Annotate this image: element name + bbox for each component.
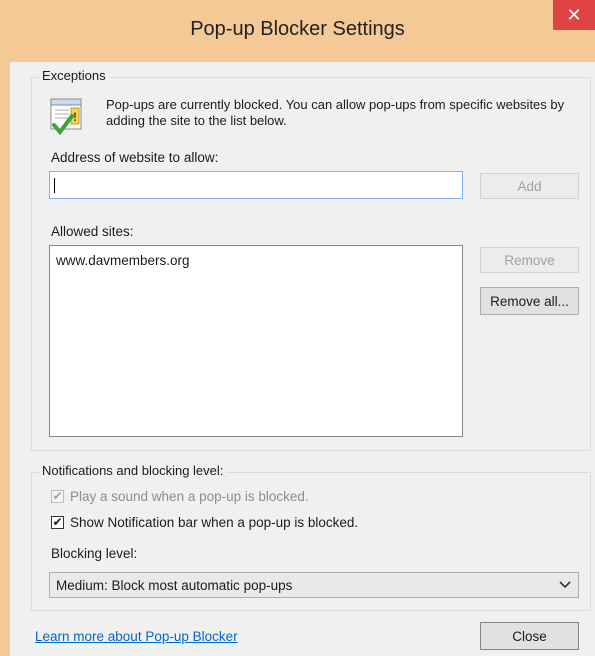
play-sound-option[interactable]: ✔ Play a sound when a pop-up is blocked. (51, 489, 309, 504)
allowed-sites-list[interactable]: www.davmembers.org (49, 245, 463, 437)
chevron-down-icon (552, 578, 578, 592)
remove-button[interactable]: Remove (480, 247, 579, 273)
info-text: Pop-ups are currently blocked. You can a… (106, 97, 565, 128)
blocking-level-label: Blocking level: (51, 546, 138, 561)
address-input[interactable] (49, 171, 463, 199)
window-title: Pop-up Blocker Settings (190, 18, 405, 40)
show-notification-bar-label: Show Notification bar when a pop-up is b… (70, 515, 359, 530)
exceptions-legend: Exceptions (39, 68, 109, 83)
learn-more-link[interactable]: Learn more about Pop-up Blocker (35, 629, 238, 644)
popup-blocker-settings-dialog: Pop-up Blocker Settings ✕ Exceptions ! P… (0, 0, 595, 656)
allowed-sites-label: Allowed sites: (51, 224, 134, 239)
info-icon: ! (50, 98, 84, 138)
close-icon[interactable]: ✕ (553, 0, 595, 30)
address-label: Address of website to allow: (51, 150, 219, 165)
play-sound-checkbox[interactable]: ✔ (51, 490, 64, 503)
text-caret (54, 178, 55, 193)
show-notification-bar-checkbox[interactable]: ✔ (51, 516, 64, 529)
play-sound-label: Play a sound when a pop-up is blocked. (70, 489, 309, 504)
blocking-level-value: Medium: Block most automatic pop-ups (56, 577, 293, 593)
add-button[interactable]: Add (480, 173, 579, 199)
title-bar[interactable]: Pop-up Blocker Settings ✕ (0, 0, 595, 62)
close-button[interactable]: Close (480, 622, 579, 650)
show-notification-bar-option[interactable]: ✔ Show Notification bar when a pop-up is… (51, 515, 358, 530)
list-item[interactable]: www.davmembers.org (50, 246, 462, 268)
blocking-level-select[interactable]: Medium: Block most automatic pop-ups (49, 572, 579, 598)
dialog-client-area: Exceptions ! Pop-ups are currently block… (10, 62, 595, 656)
notifications-legend: Notifications and blocking level: (39, 463, 227, 478)
remove-all-button[interactable]: Remove all... (480, 287, 579, 315)
